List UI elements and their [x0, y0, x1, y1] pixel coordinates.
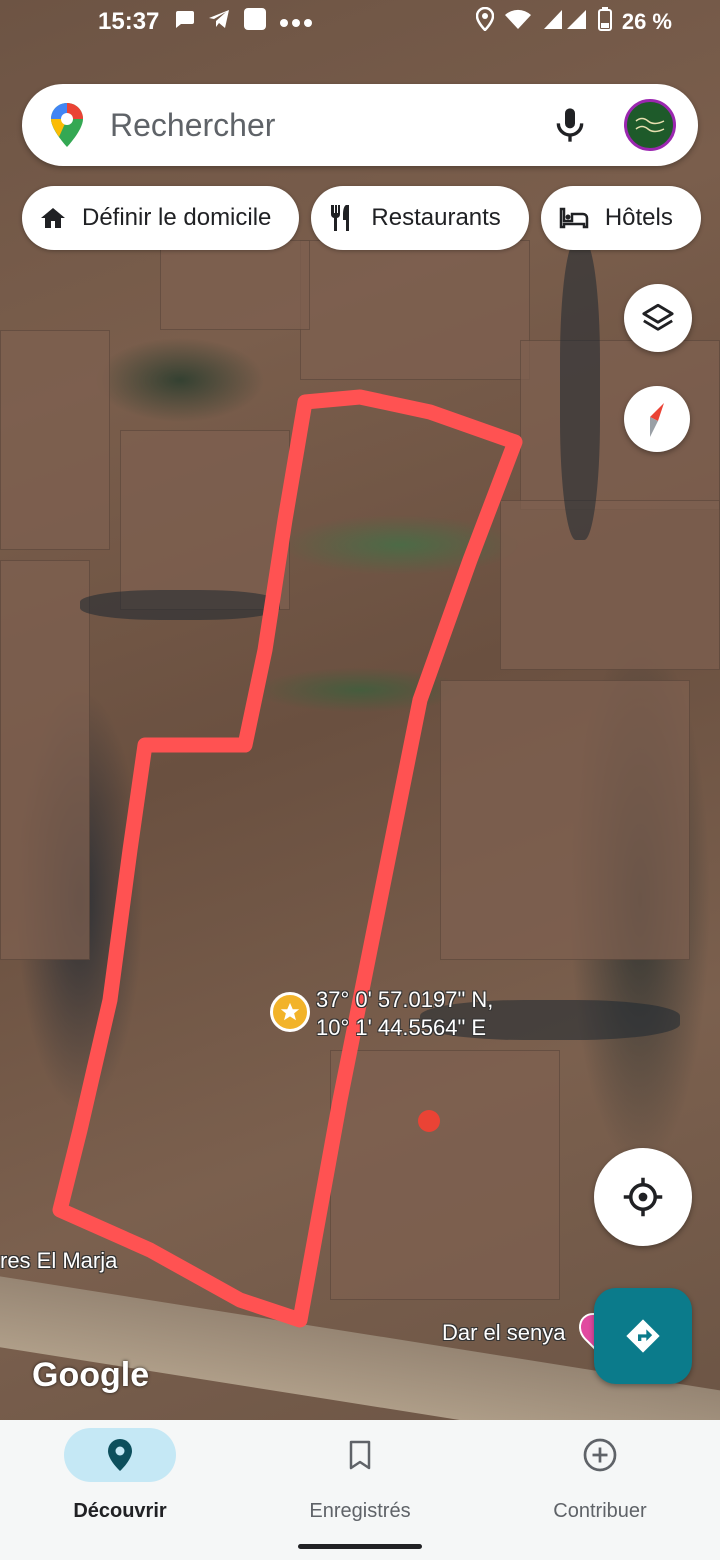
chat-bubble-icon	[173, 9, 195, 35]
nav-label: Découvrir	[73, 1500, 167, 1522]
home-icon	[41, 208, 65, 228]
account-avatar[interactable]	[624, 99, 676, 151]
directions-icon	[626, 1319, 660, 1353]
google-attribution: Google	[32, 1356, 150, 1394]
bottom-navigation: Découvrir Enregistrés Contribuer	[0, 1420, 720, 1560]
place-label-dar-el-senya[interactable]: Dar el senya	[442, 1320, 566, 1346]
battery-percent: 26 %	[621, 9, 672, 34]
layers-button[interactable]	[624, 284, 692, 352]
category-chips: Définir le domicile Restaurants Hôtels	[22, 186, 701, 250]
location-pin-icon	[108, 1439, 132, 1471]
add-circle-icon	[583, 1438, 617, 1472]
chip-hotels[interactable]: Hôtels	[540, 186, 701, 250]
nav-discover[interactable]: Découvrir	[0, 1428, 240, 1523]
search-bar[interactable]: Rechercher	[22, 84, 698, 166]
bed-icon	[559, 207, 589, 229]
chip-label: Hôtels	[604, 204, 673, 231]
crosshair-icon	[623, 1177, 663, 1217]
chip-restaurants[interactable]: Restaurants	[311, 186, 529, 250]
search-input[interactable]: Rechercher	[110, 107, 550, 144]
status-bar: 15:37 26 %	[0, 0, 720, 44]
fork-knife-icon	[331, 205, 350, 231]
compass-icon	[650, 403, 664, 437]
location-icon	[475, 6, 495, 37]
status-time: 15:37	[98, 8, 160, 35]
nav-label: Contribuer	[553, 1500, 647, 1522]
nav-contribute[interactable]: Contribuer	[480, 1428, 720, 1523]
wifi-icon	[504, 8, 532, 36]
red-marker[interactable]	[418, 1110, 440, 1132]
chip-label: Définir le domicile	[82, 204, 272, 231]
telegram-icon	[207, 8, 231, 36]
app-square-icon	[243, 7, 267, 37]
dropped-pin-star-icon[interactable]	[270, 992, 310, 1032]
my-location-button[interactable]	[594, 1148, 692, 1246]
directions-button[interactable]	[594, 1288, 692, 1384]
nav-label: Enregistrés	[309, 1500, 411, 1522]
chip-label: Restaurants	[371, 204, 501, 231]
signal-icon	[542, 8, 588, 36]
place-label-el-marja[interactable]: res El Marja	[0, 1248, 117, 1274]
home-indicator[interactable]	[298, 1544, 422, 1549]
chip-set-home[interactable]: Définir le domicile	[22, 186, 300, 250]
bookmark-icon	[349, 1440, 371, 1470]
mic-icon[interactable]	[550, 105, 590, 145]
more-dots-icon	[279, 11, 313, 34]
coordinates-line2: 10° 1' 44.5564" E	[316, 1015, 487, 1040]
compass-button[interactable]	[624, 386, 690, 452]
layers-icon	[642, 303, 674, 331]
maps-pin-icon	[51, 103, 83, 147]
battery-icon	[597, 7, 612, 37]
coordinates-line1: 37° 0' 57.0197" N,	[316, 987, 494, 1012]
nav-saved[interactable]: Enregistrés	[240, 1428, 480, 1523]
